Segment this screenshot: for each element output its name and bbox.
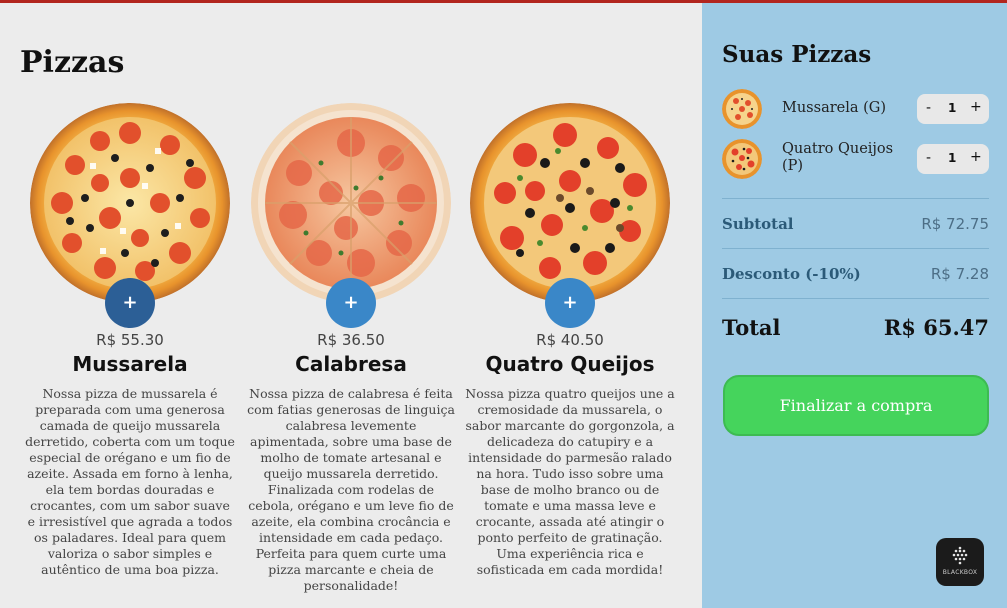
pizza-thumb-icon <box>722 89 762 129</box>
cart-item-name: Quatro Queijos (P) <box>782 141 894 174</box>
pizza-thumb-icon <box>722 139 762 179</box>
cart-sidebar: Suas Pizzas Mussarela (G) - 1 + Quatro Q… <box>702 3 1007 608</box>
increase-quantity-button[interactable]: + <box>970 99 982 115</box>
pizza-calabresa-icon <box>251 103 451 303</box>
product-name: Mussarela <box>72 352 188 376</box>
product-price: R$ 55.30 <box>96 331 164 349</box>
add-mussarela-button[interactable]: + <box>105 278 155 328</box>
total-label: Total <box>722 315 781 340</box>
decrease-quantity-button[interactable]: - <box>926 150 931 166</box>
badge-label: BLACKBOX <box>942 569 978 576</box>
increase-quantity-button[interactable]: + <box>970 149 982 165</box>
product-name: Calabresa <box>295 352 407 376</box>
divider <box>722 248 989 249</box>
add-calabresa-button[interactable]: + <box>326 278 376 328</box>
blackbox-logo-icon <box>952 546 968 565</box>
product-description: Nossa pizza quatro queijos une a cremosi… <box>465 386 675 577</box>
product-catalog: Pizzas + R$ 55.30 Mussarela Nossa pizza … <box>0 3 702 608</box>
product-name: Quatro Queijos <box>485 352 655 376</box>
pizza-quatro-queijos-icon <box>470 103 670 303</box>
product-description: Nossa pizza de mussarela é preparada com… <box>25 386 235 577</box>
quantity-value: 1 <box>948 151 957 165</box>
product-description: Nossa pizza de calabresa é feita com fat… <box>247 386 455 593</box>
discount-label: Desconto (-10%) <box>722 265 861 283</box>
product-card-calabresa: + R$ 36.50 Calabresa Nossa pizza de cala… <box>244 99 458 594</box>
divider <box>722 298 989 299</box>
discount-value: R$ 7.28 <box>930 265 989 283</box>
cart-item: Mussarela (G) - 1 + <box>722 87 992 131</box>
quantity-stepper: - 1 + <box>917 144 989 174</box>
checkout-button[interactable]: Finalizar a compra <box>723 375 989 436</box>
product-price: R$ 36.50 <box>317 331 385 349</box>
add-quatro-queijos-button[interactable]: + <box>545 278 595 328</box>
product-card-quatro-queijos: + R$ 40.50 Quatro Queijos Nossa pizza qu… <box>463 99 677 578</box>
blackbox-badge[interactable]: BLACKBOX <box>936 538 984 586</box>
divider <box>722 198 989 199</box>
quantity-value: 1 <box>948 101 957 115</box>
pizza-mussarela-icon <box>30 103 230 303</box>
cart-item-name: Mussarela (G) <box>782 100 887 116</box>
decrease-quantity-button[interactable]: - <box>926 100 931 116</box>
total-value: R$ 65.47 <box>883 315 989 340</box>
cart-item: Quatro Queijos (P) - 1 + <box>722 137 992 181</box>
subtotal-label: Subtotal <box>722 215 794 233</box>
subtotal-value: R$ 72.75 <box>921 215 989 233</box>
product-price: R$ 40.50 <box>536 331 604 349</box>
product-card-mussarela: + R$ 55.30 Mussarela Nossa pizza de muss… <box>23 99 237 578</box>
page-title: Pizzas <box>20 45 125 80</box>
quantity-stepper: - 1 + <box>917 94 989 124</box>
cart-title: Suas Pizzas <box>722 41 872 68</box>
